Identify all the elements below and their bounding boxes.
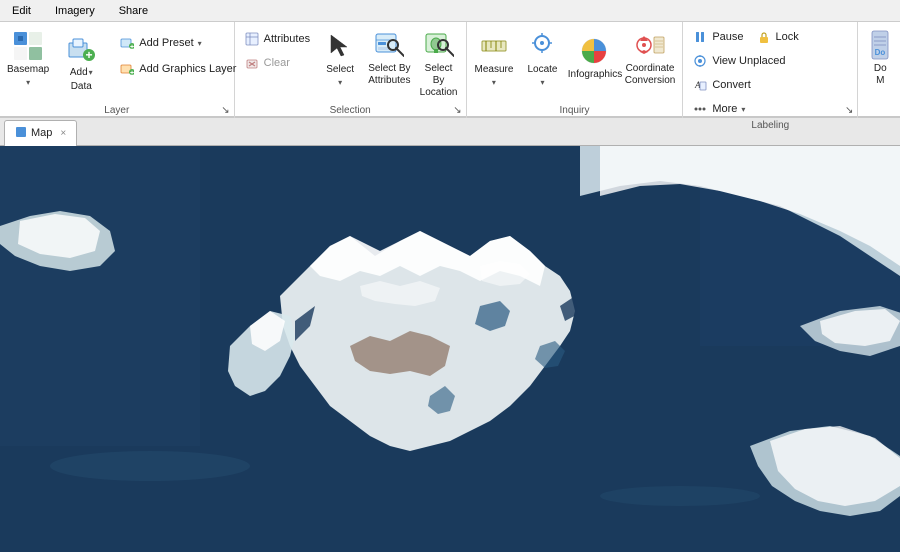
measure-icon [478, 30, 510, 62]
labeling-group-label: Labeling ↘ [687, 120, 853, 133]
attributes-button[interactable]: Attributes [239, 28, 315, 50]
view-unplaced-label: View Unplaced [712, 55, 785, 67]
ribbon-group-layer: Basemap ▾ + Add▾ [0, 22, 235, 118]
inquiry-group-label: Inquiry [471, 105, 679, 118]
add-data-label: Add▾ [70, 67, 93, 79]
select-icon [324, 30, 356, 62]
infographics-icon [578, 35, 610, 67]
more-arrow: ▾ [741, 105, 745, 114]
ribbon: Basemap ▾ + Add▾ [0, 22, 900, 118]
tab-map-icon [15, 126, 27, 141]
pause-label: Pause [712, 31, 743, 43]
coord-conv-icon [634, 29, 666, 61]
lock-label: Lock [776, 31, 799, 43]
view-unplaced-icon [692, 53, 708, 69]
labeling-top-content: Pause Lock [687, 22, 853, 120]
svg-text:+: + [130, 44, 134, 50]
more-button[interactable]: More ▾ [687, 98, 853, 120]
menu-bar: Edit Imagery Share [0, 0, 900, 22]
select-by-attributes-label: Select ByAttributes [368, 63, 410, 87]
pause-button[interactable]: Pause [687, 26, 748, 48]
add-graphics-layer-button[interactable]: + Add Graphics Layer [114, 58, 241, 80]
map-tab[interactable]: Map × [4, 120, 77, 146]
menu-share[interactable]: Share [115, 3, 152, 19]
more-label: More [712, 103, 737, 115]
convert-button[interactable]: A Convert [687, 74, 853, 96]
basemap-arrow: ▾ [26, 78, 30, 87]
lock-button[interactable]: Lock [751, 26, 804, 48]
selection-expand-icon[interactable]: ↘ [453, 105, 461, 116]
svg-text:Do: Do [875, 48, 886, 57]
ribbon-group-extra: Do DoM [858, 22, 900, 118]
coordinate-conversion-button[interactable]: CoordinateConversion [622, 24, 679, 90]
selection-top-content: Attributes Clear [239, 22, 462, 105]
layer-group-label: Layer ↘ [4, 105, 230, 118]
coord-conv-label: CoordinateConversion [625, 63, 676, 87]
measure-arrow: ▾ [492, 78, 496, 87]
clear-icon [244, 55, 260, 71]
convert-icon: A [692, 77, 708, 93]
select-label: Select [326, 64, 354, 76]
measure-button[interactable]: Measure ▾ [471, 24, 518, 90]
basemap-label: Basemap [7, 64, 49, 76]
layer-expand-icon[interactable]: ↘ [221, 105, 229, 116]
layer-top-content: Basemap ▾ + Add▾ [4, 22, 230, 105]
add-graphics-layer-icon: + [119, 61, 135, 77]
select-arrow: ▾ [338, 78, 342, 87]
basemap-icon [12, 30, 44, 62]
extra-top-content: Do DoM [862, 22, 896, 116]
locate-icon [526, 30, 558, 62]
attributes-col: Attributes Clear [239, 24, 315, 74]
measure-label: Measure [474, 64, 513, 76]
inquiry-top-content: Measure ▾ Locate ▾ [471, 22, 679, 105]
do-more-label: DoM [874, 63, 887, 87]
ribbon-group-selection: Attributes Clear [235, 22, 467, 118]
do-more-icon: Do [864, 29, 896, 61]
add-preset-icon: + [119, 35, 135, 51]
select-by-location-label: Select ByLocation [419, 63, 459, 99]
infographics-button[interactable]: Infographics [568, 24, 620, 90]
add-graphics-layer-label: Add Graphics Layer [139, 63, 236, 75]
attributes-label: Attributes [264, 33, 310, 45]
tab-close-button[interactable]: × [60, 128, 66, 139]
svg-text:+: + [86, 48, 93, 62]
convert-label: Convert [712, 79, 751, 91]
more-icon [692, 101, 708, 117]
svg-text:+: + [130, 70, 134, 76]
select-by-attributes-icon [373, 29, 405, 61]
pause-icon [692, 29, 708, 45]
attributes-icon [244, 31, 260, 47]
tab-map-label: Map [31, 127, 52, 139]
map-svg [0, 146, 900, 552]
infographics-label: Infographics [568, 69, 620, 81]
menu-edit[interactable]: Edit [8, 3, 35, 19]
view-unplaced-button[interactable]: View Unplaced [687, 50, 853, 72]
basemap-button[interactable]: Basemap ▾ [4, 24, 52, 90]
map-area [0, 146, 900, 552]
extra-group-label [862, 116, 896, 118]
add-preset-arrow: ▾ [198, 39, 202, 48]
select-by-location-button[interactable]: Select ByLocation [416, 24, 462, 102]
add-data-button[interactable]: + Add▾ Data [54, 28, 108, 96]
locate-button[interactable]: Locate ▾ [519, 24, 566, 90]
select-by-attributes-button[interactable]: Select ByAttributes [365, 24, 413, 90]
lock-icon [756, 29, 772, 45]
add-data-label2: Data [71, 81, 92, 93]
select-by-location-icon [423, 29, 455, 61]
select-button[interactable]: Select ▾ [317, 24, 363, 90]
menu-imagery[interactable]: Imagery [51, 3, 99, 19]
do-more-button[interactable]: Do DoM [862, 24, 898, 90]
add-preset-button[interactable]: + Add Preset ▾ [114, 32, 241, 54]
ribbon-group-labeling: Pause Lock [683, 22, 858, 118]
labeling-expand-icon[interactable]: ↘ [845, 105, 853, 116]
clear-button[interactable]: Clear [239, 52, 315, 74]
clear-label: Clear [264, 57, 290, 69]
add-data-icon: + [65, 33, 97, 65]
selection-group-label: Selection ↘ [239, 105, 462, 118]
ribbon-group-inquiry: Measure ▾ Locate ▾ [467, 22, 684, 118]
locate-arrow: ▾ [540, 78, 544, 87]
locate-label: Locate [527, 64, 557, 76]
add-preset-label: Add Preset [139, 37, 193, 49]
